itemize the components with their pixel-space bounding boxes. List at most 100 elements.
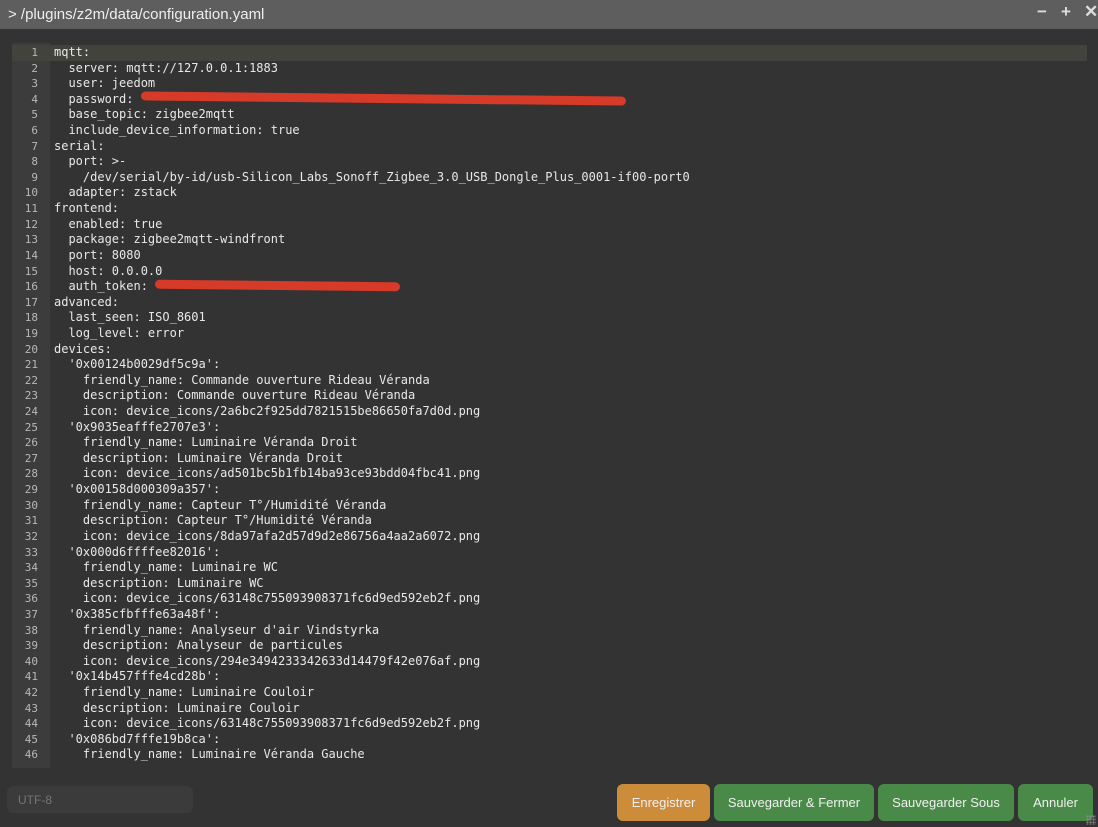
code-text: icon: device_icons/63148c755093908371fc6… <box>54 716 481 731</box>
close-icon[interactable]: ✕ <box>1084 2 1098 22</box>
code-line[interactable]: 16 auth_token: <box>12 279 1087 295</box>
code-line[interactable]: 6 include_device_information: true <box>12 123 1087 139</box>
title-bar: > /plugins/z2m/data/configuration.yaml −… <box>0 0 1098 29</box>
code-line[interactable]: 21 '0x00124b0029df5c9a': <box>12 357 1087 373</box>
code-text: friendly_name: Luminaire WC <box>54 560 278 575</box>
code-text: package: zigbee2mqtt-windfront <box>54 232 286 247</box>
code-line[interactable]: 31 description: Capteur T°/Humidité Véra… <box>12 513 1087 529</box>
code-line[interactable]: 25 '0x9035eafffe2707e3': <box>12 420 1087 436</box>
save-as-button[interactable]: Sauvegarder Sous <box>878 784 1014 821</box>
line-number: 21 <box>24 358 38 372</box>
line-number: 8 <box>31 155 38 169</box>
code-text: icon: device_icons/63148c755093908371fc6… <box>54 591 481 606</box>
line-number: 20 <box>24 342 38 356</box>
save-and-close-button[interactable]: Sauvegarder & Fermer <box>714 784 874 821</box>
line-number: 5 <box>31 108 38 122</box>
line-number: 18 <box>24 311 38 325</box>
line-number: 30 <box>24 498 38 512</box>
code-line[interactable]: 28 icon: device_icons/ad501bc5b1fb14ba93… <box>12 466 1087 482</box>
save-button[interactable]: Enregistrer <box>617 784 710 821</box>
code-line[interactable]: 45 '0x086bd7fffe19b8ca': <box>12 732 1087 748</box>
code-line[interactable]: 13 package: zigbee2mqtt-windfront <box>12 232 1087 248</box>
line-number: 37 <box>24 607 38 621</box>
line-number: 38 <box>24 623 38 637</box>
code-line[interactable]: 7 serial: <box>12 139 1087 155</box>
code-text: host: 0.0.0.0 <box>54 263 163 278</box>
code-line[interactable]: 42 friendly_name: Luminaire Couloir <box>12 685 1087 701</box>
line-number: 28 <box>24 467 38 481</box>
line-number: 36 <box>24 592 38 606</box>
code-line[interactable]: 5 base_topic: zigbee2mqtt <box>12 107 1087 123</box>
code-line[interactable]: 38 friendly_name: Analyseur d'air Vindst… <box>12 623 1087 639</box>
code-text: include_device_information: true <box>54 123 300 138</box>
code-line[interactable]: 35 description: Luminaire WC <box>12 576 1087 592</box>
code-text: base_topic: zigbee2mqtt <box>54 107 235 122</box>
code-line[interactable]: 39 description: Analyseur de particules <box>12 638 1087 654</box>
code-line[interactable]: 40 icon: device_icons/294e3494233342633d… <box>12 654 1087 670</box>
code-text: friendly_name: Luminaire Couloir <box>54 684 315 699</box>
code-line[interactable]: 29 '0x00158d000309a357': <box>12 482 1087 498</box>
code-text: description: Luminaire WC <box>54 575 264 590</box>
code-line[interactable]: 34 friendly_name: Luminaire WC <box>12 560 1087 576</box>
code-line[interactable]: 10 adapter: zstack <box>12 185 1087 201</box>
line-number: 26 <box>24 436 38 450</box>
code-line[interactable]: 11 frontend: <box>12 201 1087 217</box>
line-number: 43 <box>24 701 38 715</box>
resize-handle-icon[interactable] <box>1086 815 1096 825</box>
code-line[interactable]: 2 server: mqtt://127.0.0.1:1883 <box>12 61 1087 77</box>
line-number: 16 <box>24 280 38 294</box>
cancel-button[interactable]: Annuler <box>1018 784 1093 821</box>
line-number: 6 <box>31 124 38 138</box>
code-line[interactable]: 37 '0x385cfbfffe63a48f': <box>12 607 1087 623</box>
line-number: 14 <box>24 248 38 262</box>
line-number: 32 <box>24 529 38 543</box>
code-lines[interactable]: 1 mqtt: 2 server: mqtt://127.0.0.1:1883 3 u… <box>12 45 1087 763</box>
minimize-icon[interactable]: − <box>1037 2 1047 22</box>
line-number: 2 <box>31 61 38 75</box>
code-line[interactable]: 26 friendly_name: Luminaire Véranda Droi… <box>12 435 1087 451</box>
code-line[interactable]: 44 icon: device_icons/63148c755093908371… <box>12 716 1087 732</box>
code-line[interactable]: 15 host: 0.0.0.0 <box>12 264 1087 280</box>
code-line[interactable]: 17 advanced: <box>12 295 1087 311</box>
code-text: '0x14b457fffe4cd28b': <box>54 669 221 684</box>
code-line[interactable]: 1 mqtt: <box>12 45 1087 61</box>
code-text: '0x000d6ffffee82016': <box>54 544 221 559</box>
maximize-icon[interactable]: + <box>1061 2 1071 22</box>
line-number: 29 <box>24 483 38 497</box>
code-line[interactable]: 18 last_seen: ISO_8601 <box>12 310 1087 326</box>
code-line[interactable]: 4 password: <box>12 91 1087 108</box>
code-text: icon: device_icons/ad501bc5b1fb14ba93ce9… <box>54 466 481 481</box>
code-text: icon: device_icons/2a6bc2f925dd7821515be… <box>54 404 481 419</box>
code-line[interactable]: 9 /dev/serial/by-id/usb-Silicon_Labs_Son… <box>12 170 1087 186</box>
code-line[interactable]: 33 '0x000d6ffffee82016': <box>12 545 1087 561</box>
code-text: friendly_name: Commande ouverture Rideau… <box>54 372 430 387</box>
line-number: 4 <box>31 92 38 106</box>
line-number: 19 <box>24 326 38 340</box>
code-text: auth_token: <box>54 279 156 294</box>
line-number: 33 <box>24 545 38 559</box>
code-line[interactable]: 27 description: Luminaire Véranda Droit <box>12 451 1087 467</box>
code-line[interactable]: 3 user: jeedom <box>12 76 1087 92</box>
code-line[interactable]: 19 log_level: error <box>12 326 1087 342</box>
code-line[interactable]: 30 friendly_name: Capteur T°/Humidité Vé… <box>12 498 1087 514</box>
code-line[interactable]: 46 friendly_name: Luminaire Véranda Gauc… <box>12 747 1087 763</box>
code-line[interactable]: 43 description: Luminaire Couloir <box>12 701 1087 717</box>
code-line[interactable]: 41 '0x14b457fffe4cd28b': <box>12 669 1087 685</box>
code-line[interactable]: 22 friendly_name: Commande ouverture Rid… <box>12 373 1087 389</box>
code-line[interactable]: 23 description: Commande ouverture Ridea… <box>12 388 1087 404</box>
code-line[interactable]: 20 devices: <box>12 342 1087 358</box>
code-line[interactable]: 24 icon: device_icons/2a6bc2f925dd782151… <box>12 404 1087 420</box>
code-editor[interactable]: 1 mqtt: 2 server: mqtt://127.0.0.1:1883 3 u… <box>12 43 1087 768</box>
window-title: > /plugins/z2m/data/configuration.yaml <box>8 6 265 23</box>
code-text: serial: <box>54 138 105 153</box>
code-text: description: Luminaire Couloir <box>54 700 300 715</box>
line-number: 31 <box>24 514 38 528</box>
line-number: 44 <box>24 717 38 731</box>
code-line[interactable]: 36 icon: device_icons/63148c755093908371… <box>12 591 1087 607</box>
code-line[interactable]: 32 icon: device_icons/8da97afa2d57d9d2e8… <box>12 529 1087 545</box>
encoding-input[interactable] <box>7 786 193 813</box>
code-line[interactable]: 8 port: >- <box>12 154 1087 170</box>
code-line[interactable]: 14 port: 8080 <box>12 248 1087 264</box>
line-number: 11 <box>24 202 38 216</box>
code-line[interactable]: 12 enabled: true <box>12 217 1087 233</box>
